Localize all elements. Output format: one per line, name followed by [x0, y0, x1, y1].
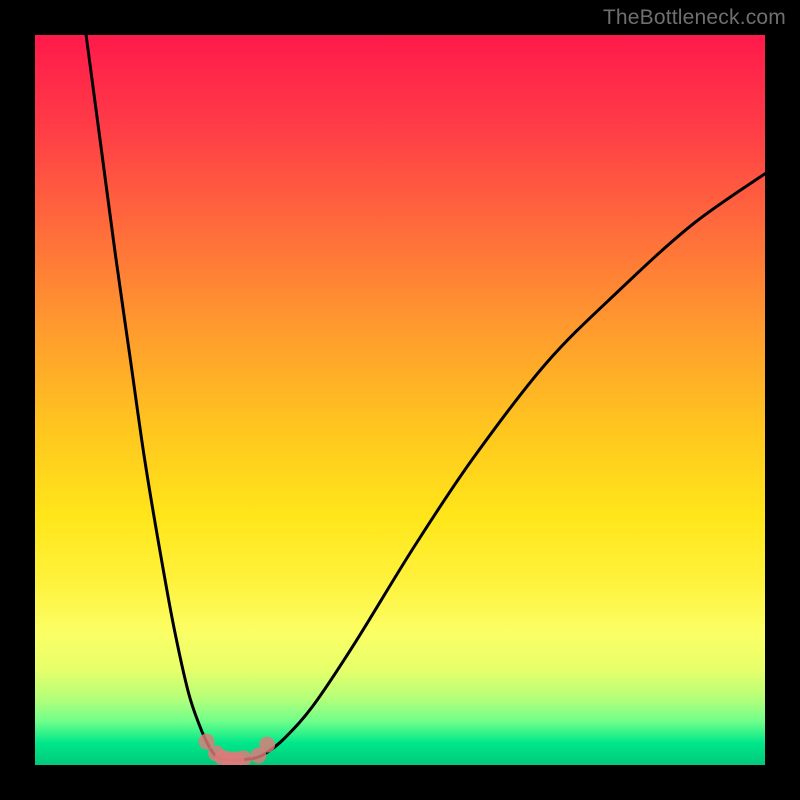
- watermark-text: TheBottleneck.com: [603, 6, 786, 30]
- plot-area: [35, 35, 765, 765]
- chart-frame: [0, 0, 800, 800]
- trough-dot: [259, 737, 275, 753]
- curve-path: [86, 35, 765, 760]
- bottleneck-curve: [35, 35, 765, 765]
- trough-dots: [199, 734, 276, 765]
